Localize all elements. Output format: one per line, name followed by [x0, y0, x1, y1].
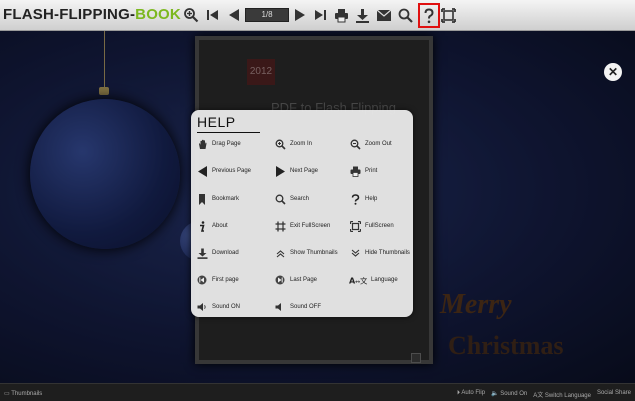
- help-row: Download Show Thumbnails Hide Thumbnails: [196, 246, 410, 260]
- download-icon[interactable]: [354, 4, 370, 26]
- help-item-language: A ↔ 文 Language: [349, 273, 398, 287]
- help-item-sound-on: Sound ON: [196, 300, 240, 314]
- about-icon: [196, 220, 208, 232]
- help-item-exit-fullscreen: Exit FullScreen: [274, 219, 330, 233]
- sound-toggle-button[interactable]: 🔈 Sound On: [491, 390, 527, 399]
- zoom-in-icon: [274, 138, 286, 150]
- zoom-out-icon: [349, 138, 361, 150]
- print-icon[interactable]: [333, 4, 349, 26]
- close-icon[interactable]: ✕: [604, 63, 622, 81]
- help-item-last-page: Last Page: [274, 273, 317, 287]
- search-icon[interactable]: [397, 4, 413, 26]
- help-item-drag-page: Drag Page: [196, 137, 241, 151]
- help-icon[interactable]: [418, 3, 440, 28]
- help-row: Bookmark Search Help: [196, 192, 410, 206]
- print-icon: [349, 165, 361, 177]
- first-page-icon: [196, 274, 208, 286]
- help-item-hide-thumbnails: Hide Thumbnails: [349, 246, 410, 260]
- help-item-print: Print: [349, 164, 377, 178]
- bottom-controls: ⏵ Auto Flip 🔈 Sound On A文 Switch Languag…: [457, 390, 631, 399]
- help-row: Sound ON Sound OFF: [196, 300, 410, 314]
- language-icon: A文: [533, 393, 545, 399]
- help-item-zoom-out: Zoom Out: [349, 137, 392, 151]
- auto-flip-button[interactable]: ⏵ Auto Flip: [457, 390, 485, 399]
- fullscreen-icon[interactable]: [440, 4, 456, 26]
- thumbnails-button[interactable]: ▭ Thumbnails: [4, 390, 42, 397]
- zoom-in-icon[interactable]: [182, 4, 200, 26]
- toolbar: FLASH-FLIPPING-BOOK 1/8: [0, 0, 635, 31]
- help-row: First page Last Page A ↔ 文 Language: [196, 273, 410, 287]
- help-item-first-page: First page: [196, 273, 239, 287]
- help-item-zoom-in: Zoom In: [274, 137, 312, 151]
- sound-on-icon: [196, 301, 208, 313]
- switch-language-button[interactable]: A文 Switch Language: [533, 390, 591, 399]
- next-page-icon: [274, 165, 286, 177]
- help-item-sound-off: Sound OFF: [274, 300, 321, 314]
- show-thumbnails-icon: [274, 247, 286, 259]
- svg-text:文: 文: [360, 276, 367, 286]
- help-title: HELP: [197, 114, 236, 130]
- first-page-icon[interactable]: [205, 4, 221, 26]
- bookmark-icon: [196, 193, 208, 205]
- help-row: Previous Page Next Page Print: [196, 164, 410, 178]
- social-share-button[interactable]: Social Share: [597, 390, 631, 399]
- help-item-bookmark: Bookmark: [196, 192, 239, 206]
- sound-on-icon: 🔈: [491, 391, 501, 397]
- bottom-bar: ▭ Thumbnails ⏵ Auto Flip 🔈 Sound On A文 S…: [0, 383, 635, 401]
- page-indicator[interactable]: 1/8: [245, 8, 289, 22]
- help-divider: [197, 132, 260, 133]
- hide-thumbnails-icon: [349, 247, 361, 259]
- hand-icon: [196, 138, 208, 150]
- help-item-about: About: [196, 219, 228, 233]
- previous-page-icon: [196, 165, 208, 177]
- help-panel: HELP Drag Page Zoom In Zoom Out Previous…: [191, 110, 413, 317]
- help-row: Drag Page Zoom In Zoom Out: [196, 137, 410, 151]
- help-item-show-thumbnails: Show Thumbnails: [274, 246, 338, 260]
- email-icon[interactable]: [375, 4, 393, 26]
- help-item-next-page: Next Page: [274, 164, 318, 178]
- search-icon: [274, 193, 286, 205]
- help-item-download: Download: [196, 246, 239, 260]
- help-row: About Exit FullScreen FullScreen: [196, 219, 410, 233]
- fullscreen-icon: [349, 220, 361, 232]
- logo: FLASH-FLIPPING-BOOK: [3, 6, 181, 23]
- next-page-icon[interactable]: [292, 4, 308, 26]
- exit-fullscreen-icon: [274, 220, 286, 232]
- last-page-icon[interactable]: [312, 4, 328, 26]
- help-item-help: Help: [349, 192, 377, 206]
- help-item-search: Search: [274, 192, 309, 206]
- last-page-icon: [274, 274, 286, 286]
- help-item-fullscreen: FullScreen: [349, 219, 394, 233]
- previous-page-icon[interactable]: [226, 4, 242, 26]
- help-icon: [349, 193, 361, 205]
- help-item-previous-page: Previous Page: [196, 164, 251, 178]
- language-icon: A ↔ 文: [349, 274, 367, 286]
- download-icon: [196, 247, 208, 259]
- sound-off-icon: [274, 301, 286, 313]
